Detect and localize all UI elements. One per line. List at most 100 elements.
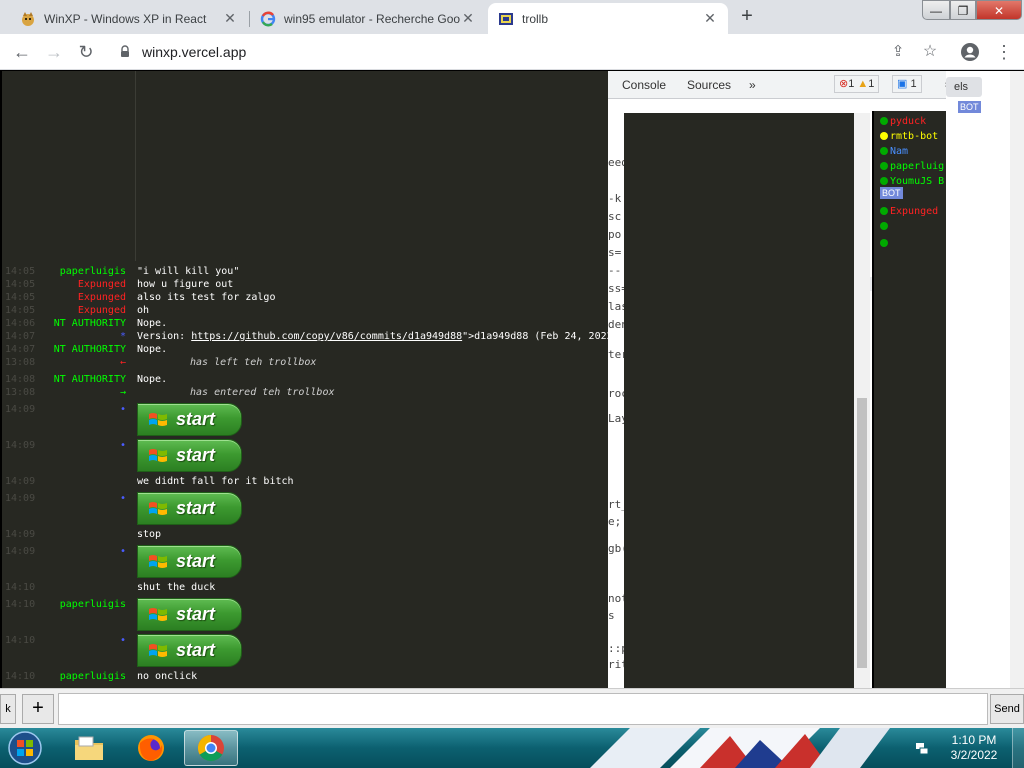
taskbar-chrome[interactable] <box>184 730 238 766</box>
error-icon: ⊗ <box>839 78 849 90</box>
devtools-code-line: po <box>608 228 622 241</box>
message-count: 1 <box>910 78 917 90</box>
user-entry[interactable]: paperluig <box>880 161 944 172</box>
message-link[interactable]: https://github.com/copy/v86/commits/d1a9… <box>191 331 462 342</box>
trollbox-page: 14:05 paperluigis "i will kill you" 14:05 Ex… <box>0 71 1024 688</box>
start-button-image: start <box>137 492 242 525</box>
show-desktop-button[interactable] <box>1012 728 1024 768</box>
message-timestamp: 14:07 <box>5 344 36 355</box>
message-nick[interactable]: • <box>120 545 126 558</box>
message-nick[interactable]: * <box>120 330 126 343</box>
message-timestamp: 14:05 <box>5 266 36 277</box>
message-input[interactable] <box>58 693 988 725</box>
reload-icon[interactable]: ↻ <box>74 41 98 63</box>
tab-close-icon[interactable]: ✕ <box>222 10 238 27</box>
message-nick[interactable]: • <box>120 403 126 416</box>
k-button[interactable]: k <box>0 694 16 724</box>
tab-winxp[interactable]: WinXP - Windows XP in React ✕ <box>10 3 248 34</box>
message-text: also its test for zalgo <box>137 292 276 303</box>
message-timestamp: 13:08 <box>5 357 36 368</box>
browser-menu-icon[interactable]: ⋮ <box>992 41 1016 63</box>
tab-close-icon[interactable]: ✕ <box>702 10 718 27</box>
profile-icon[interactable] <box>958 41 982 63</box>
message-timestamp: 14:09 <box>5 546 36 557</box>
network-icon[interactable] <box>914 740 930 756</box>
clock-date: 3/2/2022 <box>950 748 998 762</box>
message-nick[interactable]: paperluigis <box>60 598 126 611</box>
doge-favicon-icon <box>22 11 34 26</box>
devtools-message-counter[interactable]: ▣ 1 <box>892 75 922 93</box>
devtools-code-line: s= <box>608 246 622 259</box>
user-name: Expunged <box>890 206 939 217</box>
message-nick[interactable]: → <box>120 386 126 399</box>
system-clock[interactable]: 1:10 PM 3/2/2022 <box>944 733 1004 763</box>
devtools-issue-counter[interactable]: ⊗1 ▲1 <box>834 75 880 93</box>
devtools-tab-bar: Console Sources » ⊗1 ▲1 ▣ 1 ⚙ <box>608 71 960 99</box>
message-nick[interactable]: Expunged <box>78 304 126 317</box>
message-nick[interactable]: • <box>120 492 126 505</box>
message-icon: ▣ <box>897 78 908 90</box>
message-nick[interactable]: NT AUTHORITY <box>54 343 126 356</box>
status-dot-icon <box>880 239 888 247</box>
user-entry[interactable]: YoumuJS B <box>880 176 944 187</box>
windows-flag-icon <box>149 554 167 568</box>
start-label: start <box>176 604 216 624</box>
user-entry[interactable]: Nam <box>880 146 908 157</box>
message-nick[interactable]: • <box>120 634 126 647</box>
status-dot-icon <box>880 132 888 140</box>
user-entry[interactable] <box>880 221 890 232</box>
taskbar-file-explorer[interactable] <box>62 730 116 766</box>
start-label: start <box>176 551 216 571</box>
message-text: Nope. <box>137 344 168 355</box>
bookmark-star-icon[interactable]: ☆ <box>918 41 942 63</box>
devtools-tab-console[interactable]: Console <box>622 78 666 92</box>
user-entry[interactable]: rmtb-bot <box>880 131 938 142</box>
chrome-icon <box>197 734 224 762</box>
message-nick[interactable]: NT AUTHORITY <box>54 373 126 386</box>
message-nick[interactable]: NT AUTHORITY <box>54 317 126 330</box>
browser-tab-strip: WinXP - Windows XP in React ✕ win95 emul… <box>0 0 1024 34</box>
browser-toolbar: ← → ↻ winxp.vercel.app ⇪ ☆ ⋮ <box>0 34 1024 70</box>
devtools-tab-sources[interactable]: Sources <box>687 78 731 92</box>
lock-icon <box>121 45 129 57</box>
window-close-button[interactable]: ✕ <box>976 0 1022 20</box>
tab-google-search[interactable]: win95 emulator - Recherche Goo ✕ <box>249 3 486 34</box>
message-text: has left teh trollbox <box>190 357 317 368</box>
message-nick[interactable]: paperluigis <box>60 265 126 278</box>
user-entry[interactable]: Expunged <box>880 206 938 217</box>
message-nick[interactable]: • <box>120 439 126 452</box>
minimize-button[interactable]: — <box>922 0 950 20</box>
overlay-scrollbar[interactable] <box>854 113 870 688</box>
send-button[interactable]: Send <box>990 694 1024 724</box>
scrollbar-thumb[interactable] <box>857 398 867 668</box>
forward-icon[interactable]: → <box>42 41 66 63</box>
start-button-image: start <box>137 545 242 578</box>
message-nick[interactable]: ← <box>120 356 126 369</box>
tab-trollbox[interactable]: trollb ✕ <box>488 3 728 34</box>
message-nick[interactable]: Expunged <box>78 278 126 291</box>
message-nick[interactable]: Expunged <box>78 291 126 304</box>
message-timestamp: 14:09 <box>5 493 36 504</box>
user-name: Nam <box>890 146 909 157</box>
user-entry[interactable] <box>880 238 890 249</box>
message-timestamp: 14:09 <box>5 476 36 487</box>
channels-button[interactable]: els <box>946 77 982 97</box>
start-orb-icon[interactable] <box>4 730 46 766</box>
status-dot-icon <box>880 177 888 185</box>
back-icon[interactable]: ← <box>10 41 34 63</box>
windows-flag-icon <box>149 501 167 515</box>
share-icon[interactable]: ⇪ <box>886 41 910 63</box>
tab-close-icon[interactable]: ✕ <box>460 10 476 27</box>
address-bar[interactable]: winxp.vercel.app <box>110 39 950 65</box>
taskbar-firefox[interactable] <box>124 730 178 766</box>
user-name: pyduck <box>890 116 927 127</box>
message-timestamp: 13:08 <box>5 387 36 398</box>
page-scrollbar[interactable] <box>1010 71 1024 688</box>
new-tab-button[interactable]: + <box>736 6 758 28</box>
trollbox-favicon-icon <box>499 12 513 25</box>
user-entry[interactable]: pyduck <box>880 116 926 127</box>
message-nick[interactable]: paperluigis <box>60 670 126 683</box>
add-button[interactable]: + <box>22 694 54 724</box>
maximize-button[interactable]: ❐ <box>950 0 976 20</box>
devtools-more-tabs[interactable]: » <box>749 78 756 92</box>
